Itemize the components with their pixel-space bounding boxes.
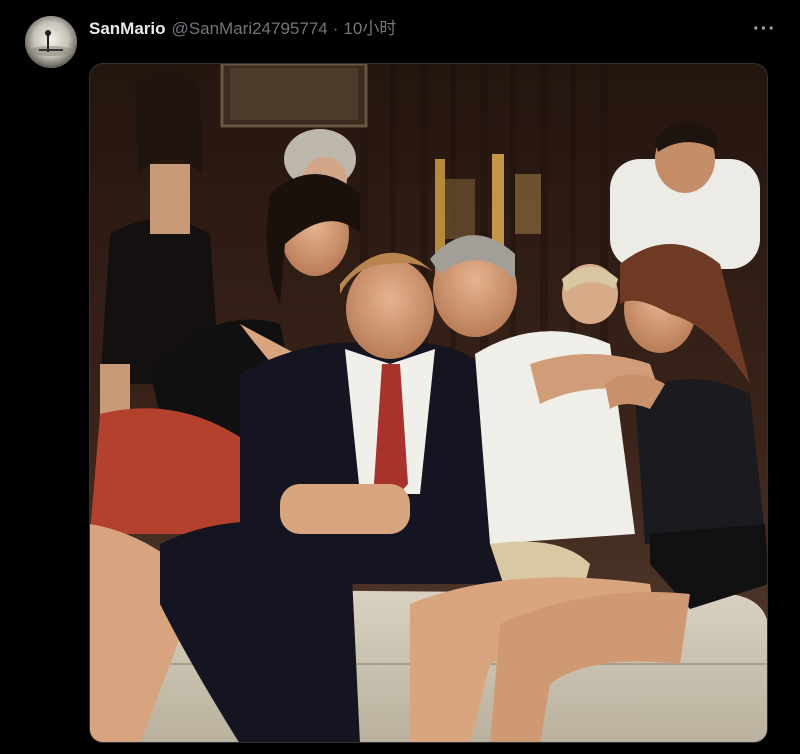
- avatar-icon: [25, 16, 77, 68]
- timestamp[interactable]: 10小时: [343, 18, 396, 40]
- avatar[interactable]: [25, 16, 77, 68]
- tweet-header: SanMario @SanMari24795774 · 10小时: [89, 18, 396, 40]
- separator-dot: ·: [332, 19, 339, 38]
- tweet: SanMario @SanMari24795774 · 10小时 ···: [0, 0, 800, 754]
- user-handle[interactable]: @SanMari24795774: [172, 18, 328, 40]
- more-options-icon[interactable]: ···: [753, 19, 776, 39]
- photo-image: [90, 64, 767, 742]
- tweet-photo[interactable]: [89, 63, 768, 743]
- display-name[interactable]: SanMario: [89, 18, 166, 40]
